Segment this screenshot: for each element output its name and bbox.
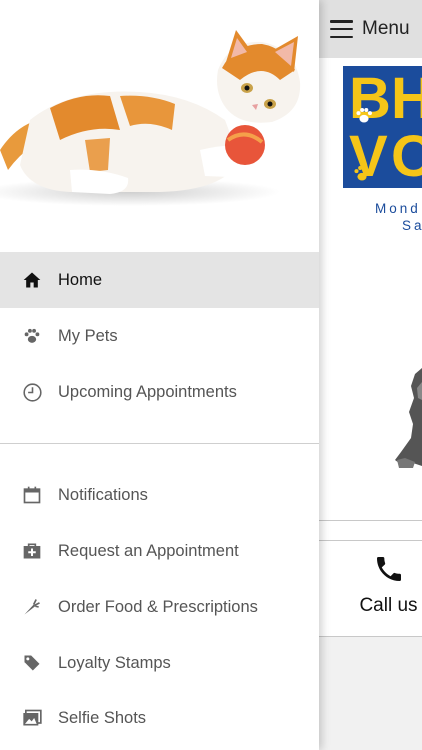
menu-button[interactable]: Menu xyxy=(319,0,422,58)
clock-icon xyxy=(21,381,43,403)
drawer-item-home[interactable]: Home xyxy=(0,252,319,308)
hours-line: Mond xyxy=(375,201,421,216)
drawer-item-label: Request an Appointment xyxy=(58,541,239,560)
call-us-button[interactable]: Call us xyxy=(319,541,422,636)
calendar-icon xyxy=(21,484,43,506)
main-content: Menu B H V O Mond Sa Call us xyxy=(319,0,422,750)
clinic-logo: B H V O xyxy=(343,66,422,188)
paw-icon xyxy=(21,325,43,347)
drawer-item-label: Notifications xyxy=(58,485,148,504)
drawer-header-image xyxy=(0,0,319,252)
drawer-item-request-appointment[interactable]: Request an Appointment xyxy=(0,523,319,579)
drawer-item-upcoming-appointments[interactable]: Upcoming Appointments xyxy=(0,364,319,420)
carrot-icon xyxy=(21,596,43,618)
drawer-divider xyxy=(0,443,319,444)
logo-letter: H xyxy=(391,66,422,131)
drawer-item-order-food[interactable]: Order Food & Prescriptions xyxy=(0,579,319,635)
logo-letter: O xyxy=(391,124,422,188)
kitten-photo xyxy=(0,30,301,206)
drawer-item-label: Order Food & Prescriptions xyxy=(58,597,258,616)
drawer-item-selfie-shots[interactable]: Selfie Shots xyxy=(0,690,319,746)
navigation-drawer: Home My Pets Upcoming Appointments Notif… xyxy=(0,0,319,750)
menu-label: Menu xyxy=(362,18,410,39)
opening-hours: Mond Sa xyxy=(375,200,422,234)
home-icon xyxy=(21,269,43,291)
drawer-item-my-pets[interactable]: My Pets xyxy=(0,308,319,364)
paw-icon xyxy=(354,165,370,181)
divider xyxy=(319,520,422,521)
call-us-label: Call us xyxy=(359,595,418,616)
medical-bag-icon xyxy=(21,540,43,562)
drawer-item-label: Loyalty Stamps xyxy=(58,653,171,672)
drawer-item-label: My Pets xyxy=(58,326,118,345)
paw-icon xyxy=(356,107,372,123)
drawer-item-loyalty-stamps[interactable]: Loyalty Stamps xyxy=(0,635,319,691)
hours-line: Sa xyxy=(402,218,422,233)
app-screen: Menu B H V O Mond Sa Call us Home My Pet… xyxy=(0,0,422,750)
hamburger-icon xyxy=(330,20,353,38)
main-bottom-area xyxy=(319,637,422,750)
cat-photo xyxy=(395,368,422,468)
drawer-item-label: Home xyxy=(58,270,103,289)
drawer-item-label: Upcoming Appointments xyxy=(58,382,237,401)
tag-icon xyxy=(21,652,43,674)
photos-icon xyxy=(21,707,43,729)
drawer-item-notifications[interactable]: Notifications xyxy=(0,467,319,523)
drawer-item-label: Selfie Shots xyxy=(58,708,147,727)
phone-icon xyxy=(376,557,401,581)
